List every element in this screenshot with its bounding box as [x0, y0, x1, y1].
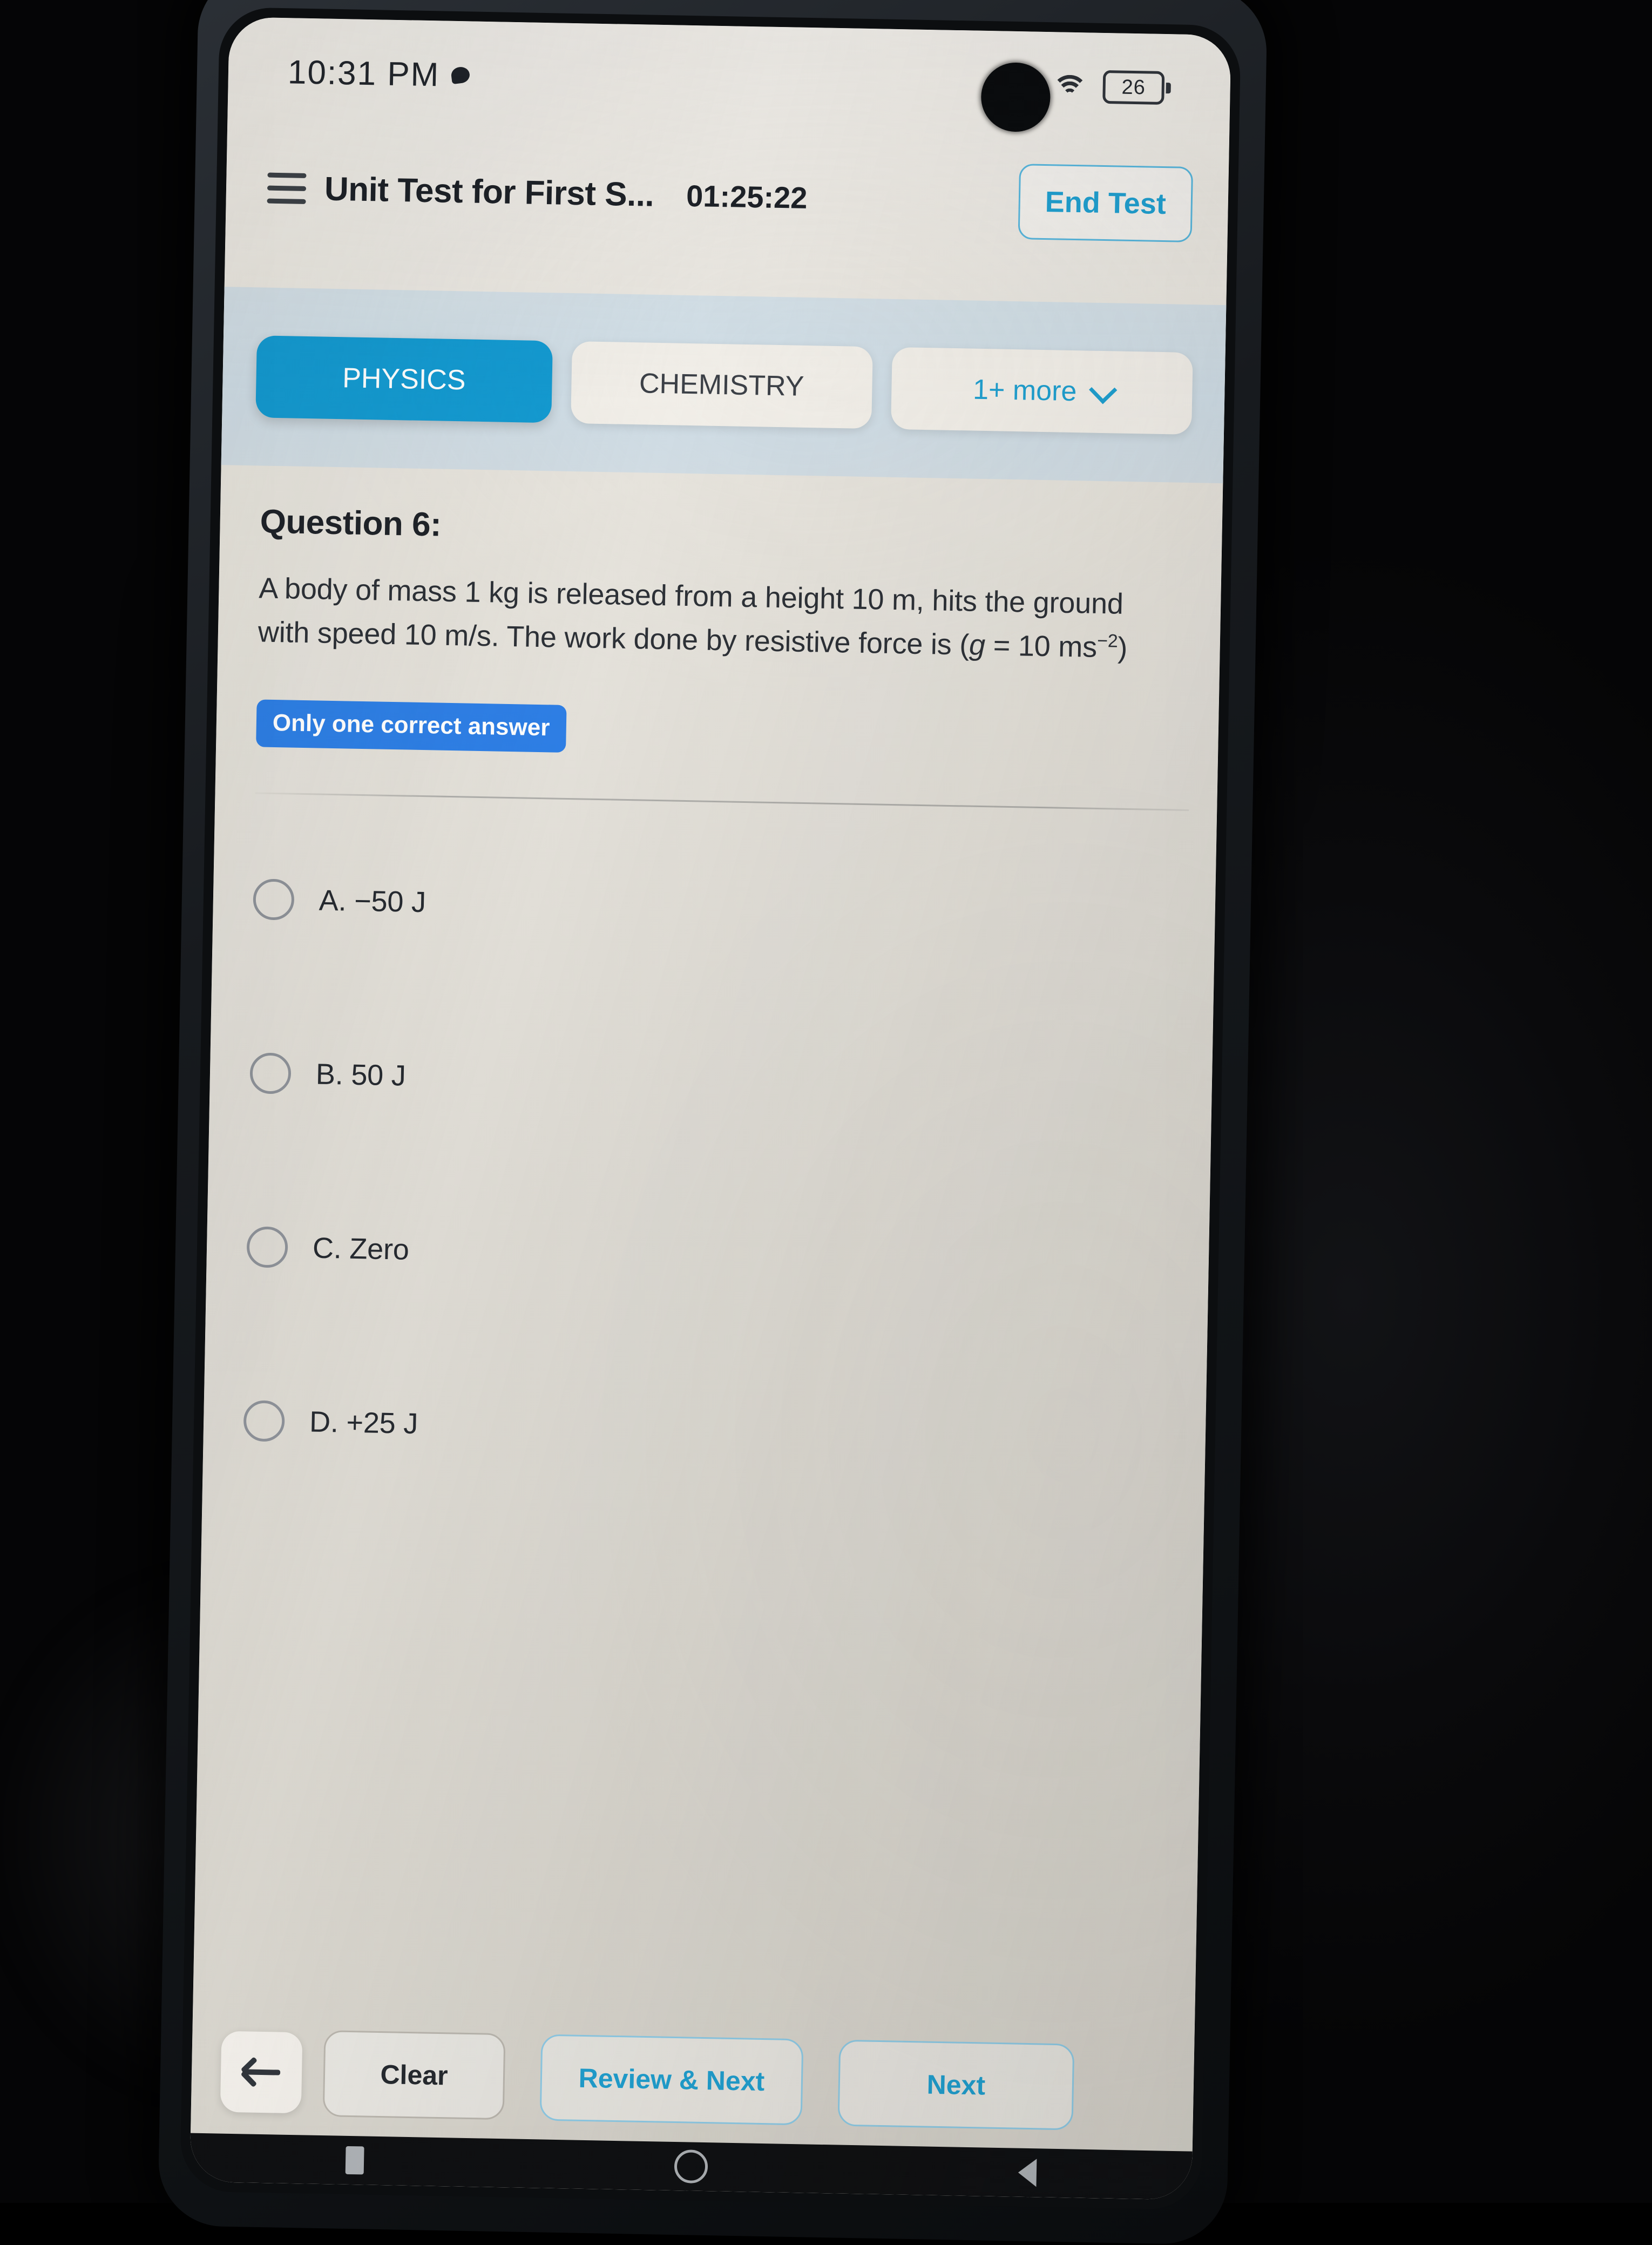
- notification-dot-icon: [450, 66, 471, 85]
- question-variable-g: g: [969, 628, 986, 662]
- phone-bezel: 10:31 PM 26 Unit Test for First S... 01:…: [180, 6, 1241, 2210]
- status-bar: 10:31 PM 26: [227, 17, 1231, 143]
- status-clock: 10:31 PM: [287, 53, 440, 93]
- next-button[interactable]: Next: [837, 2039, 1075, 2131]
- answer-options-list: A. −50 J B. 50 J C. Zero D. +25 J: [243, 853, 1167, 1483]
- recents-icon[interactable]: [345, 2146, 364, 2175]
- bottom-action-bar: Clear Review & Next Next: [191, 2009, 1195, 2152]
- wifi-icon: [1051, 73, 1088, 111]
- app-header: Unit Test for First S... 01:25:22 End Te…: [225, 125, 1229, 267]
- status-badge: Only one correct answer: [256, 699, 567, 753]
- option-c-label: C. Zero: [312, 1232, 410, 1266]
- question-heading: Question 6:: [260, 503, 442, 544]
- question-text-part3: ): [1117, 631, 1128, 664]
- option-d-label: D. +25 J: [309, 1405, 418, 1441]
- home-icon[interactable]: [674, 2149, 708, 2184]
- phone-device: 10:31 PM 26 Unit Test for First S... 01:…: [157, 0, 1268, 2245]
- option-b[interactable]: B. 50 J: [249, 1027, 1163, 1135]
- radio-button-d[interactable]: [243, 1400, 285, 1442]
- clear-button[interactable]: Clear: [322, 2030, 506, 2120]
- option-d[interactable]: D. +25 J: [243, 1375, 1157, 1483]
- tab-chemistry[interactable]: CHEMISTRY: [570, 341, 873, 429]
- question-exponent: −2: [1096, 630, 1118, 652]
- back-triangle-icon[interactable]: [1018, 2158, 1037, 2187]
- question-text-part2: = 10 ms: [985, 629, 1098, 664]
- question-content: Question 6: A body of mass 1 kg is relea…: [192, 465, 1223, 2065]
- section-divider: [255, 792, 1189, 812]
- question-text: A body of mass 1 kg is released from a h…: [258, 566, 1172, 671]
- option-c[interactable]: C. Zero: [246, 1201, 1160, 1309]
- status-bar-left: 10:31 PM: [287, 53, 471, 94]
- tab-more-label: 1+ more: [972, 374, 1077, 408]
- battery-level-label: 26: [1121, 76, 1146, 99]
- chevron-down-icon: [1089, 375, 1118, 404]
- app-page: 10:31 PM 26 Unit Test for First S... 01:…: [189, 17, 1231, 2200]
- tab-physics[interactable]: PHYSICS: [255, 335, 553, 423]
- test-timer: 01:25:22: [686, 178, 808, 215]
- page-title: Unit Test for First S...: [324, 170, 654, 214]
- tab-more-dropdown[interactable]: 1+ more: [890, 347, 1193, 435]
- arrow-left-icon: [242, 2069, 281, 2075]
- radio-button-b[interactable]: [249, 1052, 292, 1094]
- option-b-label: B. 50 J: [315, 1058, 407, 1092]
- back-button[interactable]: [220, 2031, 303, 2114]
- option-a[interactable]: A. −50 J: [252, 853, 1166, 962]
- end-test-button[interactable]: End Test: [1018, 164, 1194, 242]
- phone-screen: 10:31 PM 26 Unit Test for First S... 01:…: [189, 17, 1231, 2200]
- review-and-next-button[interactable]: Review & Next: [539, 2034, 804, 2126]
- option-a-label: A. −50 J: [319, 884, 426, 919]
- radio-button-a[interactable]: [253, 878, 295, 921]
- subject-tab-bar: PHYSICS CHEMISTRY 1+ more: [221, 287, 1227, 484]
- battery-icon: 26: [1102, 70, 1171, 105]
- radio-button-c[interactable]: [246, 1226, 288, 1268]
- hamburger-menu-icon[interactable]: [267, 172, 307, 204]
